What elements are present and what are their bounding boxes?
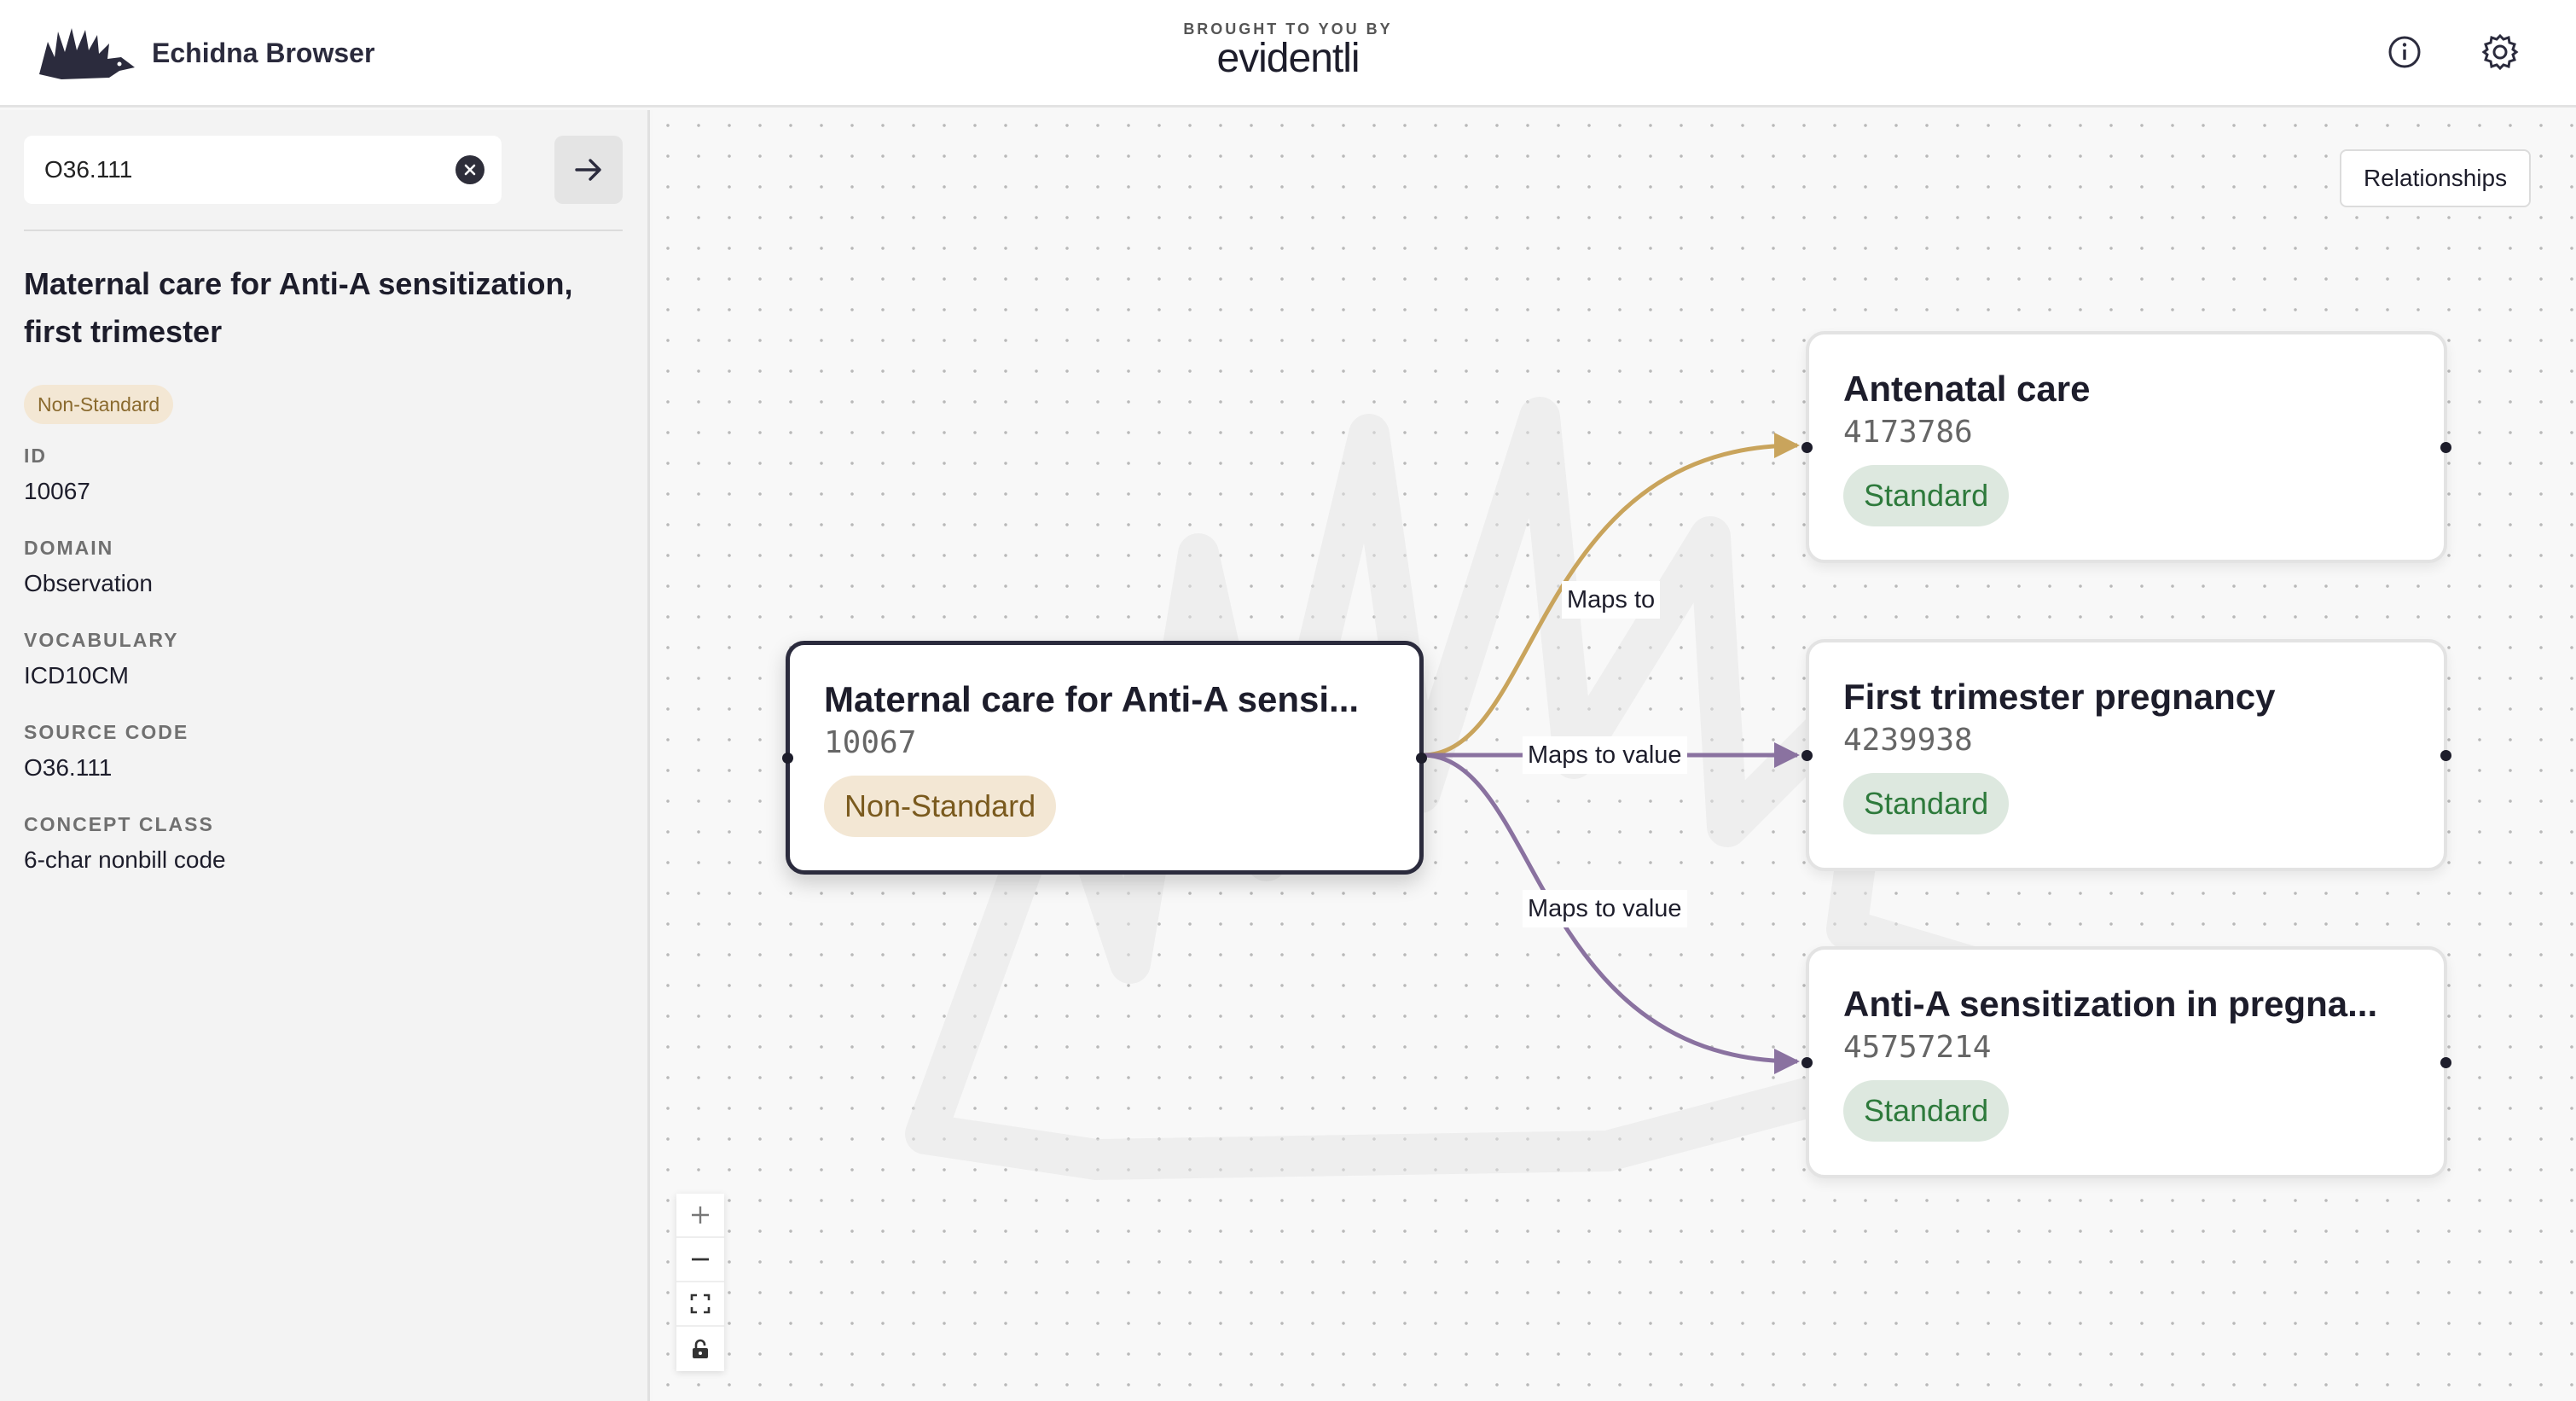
edge-label: Maps to xyxy=(1562,581,1661,619)
zoom-in-button[interactable] xyxy=(676,1194,724,1238)
node-title: Anti-A sensitization in pregna... xyxy=(1843,984,2378,1024)
target-concept-node[interactable]: Antenatal care 4173786 Standard xyxy=(1801,331,2451,563)
node-code: 4239938 xyxy=(1843,723,1973,758)
clear-search-button[interactable] xyxy=(455,155,484,184)
node-title: Antenatal care xyxy=(1843,369,2091,409)
node-handle[interactable] xyxy=(1801,750,1813,761)
field-vocabulary: VOCABULARY ICD10CM xyxy=(24,629,178,689)
field-label: VOCABULARY xyxy=(24,629,179,651)
clear-icon xyxy=(464,164,476,176)
lock-button[interactable] xyxy=(676,1327,724,1371)
zoom-in-icon xyxy=(692,1206,709,1224)
settings-button[interactable] xyxy=(2479,31,2521,73)
graph-canvas[interactable]: Relationships Maps to Maps to value Maps… xyxy=(653,110,2576,1401)
echidna-logo-icon xyxy=(39,28,135,79)
target-concept-node[interactable]: First trimester pregnancy 4239938 Standa… xyxy=(1801,639,2451,871)
field-value: ICD10CM xyxy=(24,662,129,689)
field-label: DOMAIN xyxy=(24,537,114,559)
sponsor-wordmark: evidentli xyxy=(1216,36,1360,81)
status-badge: Standard xyxy=(1843,465,2010,526)
field-label: SOURCE CODE xyxy=(24,721,189,743)
edge-label: Maps to value xyxy=(1523,736,1687,774)
node-title: First trimester pregnancy xyxy=(1843,677,2276,717)
lock-icon xyxy=(693,1339,708,1358)
field-value: O36.111 xyxy=(24,754,113,781)
arrow-right-icon xyxy=(575,159,601,181)
status-badge: Standard xyxy=(1843,1080,2010,1142)
app-header: Echidna Browser BROUGHT TO YOU BY eviden… xyxy=(0,0,2576,108)
fit-view-button[interactable] xyxy=(676,1282,724,1327)
node-handle[interactable] xyxy=(2440,442,2451,453)
status-badge: Standard xyxy=(1843,773,2010,834)
edge-label: Maps to value xyxy=(1523,890,1687,927)
node-code: 45757214 xyxy=(1843,1030,1992,1065)
field-value: Observation xyxy=(24,570,153,596)
info-button[interactable] xyxy=(2383,31,2426,73)
field-label: ID xyxy=(24,445,47,467)
field-id: ID 10067 xyxy=(24,445,90,505)
target-concept-node[interactable]: Anti-A sensitization in pregna... 457572… xyxy=(1801,946,2451,1178)
node-code: 4173786 xyxy=(1843,415,1973,450)
node-handle[interactable] xyxy=(1801,442,1813,453)
field-source-code: SOURCE CODE O36.111 xyxy=(24,721,189,782)
node-handle[interactable] xyxy=(782,753,793,764)
fit-view-icon xyxy=(690,1293,711,1314)
field-value: 6-char nonbill code xyxy=(24,846,226,873)
info-icon xyxy=(2388,36,2421,68)
status-badge: Non-Standard xyxy=(824,776,1057,837)
concept-sidebar: Maternal care for Anti-A sensitization, … xyxy=(0,110,650,1401)
node-title: Maternal care for Anti-A sensi... xyxy=(824,679,1360,719)
zoom-out-button[interactable] xyxy=(676,1238,724,1282)
node-handle[interactable] xyxy=(1416,753,1427,764)
concept-title: Maternal care for Anti-A sensitization, … xyxy=(24,266,573,349)
app-name: Echidna Browser xyxy=(152,37,375,68)
field-concept-class: CONCEPT CLASS 6-char nonbill code xyxy=(24,813,226,874)
brand[interactable]: Echidna Browser xyxy=(36,20,374,85)
search-input[interactable] xyxy=(44,156,437,183)
node-handle[interactable] xyxy=(2440,750,2451,761)
standard-status-badge: Non-Standard xyxy=(24,385,174,424)
field-domain: DOMAIN Observation xyxy=(24,537,153,597)
node-code: 10067 xyxy=(824,725,917,760)
field-label: CONCEPT CLASS xyxy=(24,813,214,835)
field-value: 10067 xyxy=(24,478,90,504)
graph-controls xyxy=(676,1194,724,1371)
sponsor-logo[interactable]: BROUGHT TO YOU BY evidentli xyxy=(1177,20,1399,89)
zoom-out-icon xyxy=(692,1258,709,1261)
node-handle[interactable] xyxy=(1801,1057,1813,1068)
node-handle[interactable] xyxy=(2440,1057,2451,1068)
source-concept-node[interactable]: Maternal care for Anti-A sensi... 10067 … xyxy=(782,641,1427,875)
search-box xyxy=(24,136,502,204)
sidebar-divider xyxy=(24,230,623,231)
search-go-button[interactable] xyxy=(554,136,623,204)
settings-icon xyxy=(2481,33,2519,71)
